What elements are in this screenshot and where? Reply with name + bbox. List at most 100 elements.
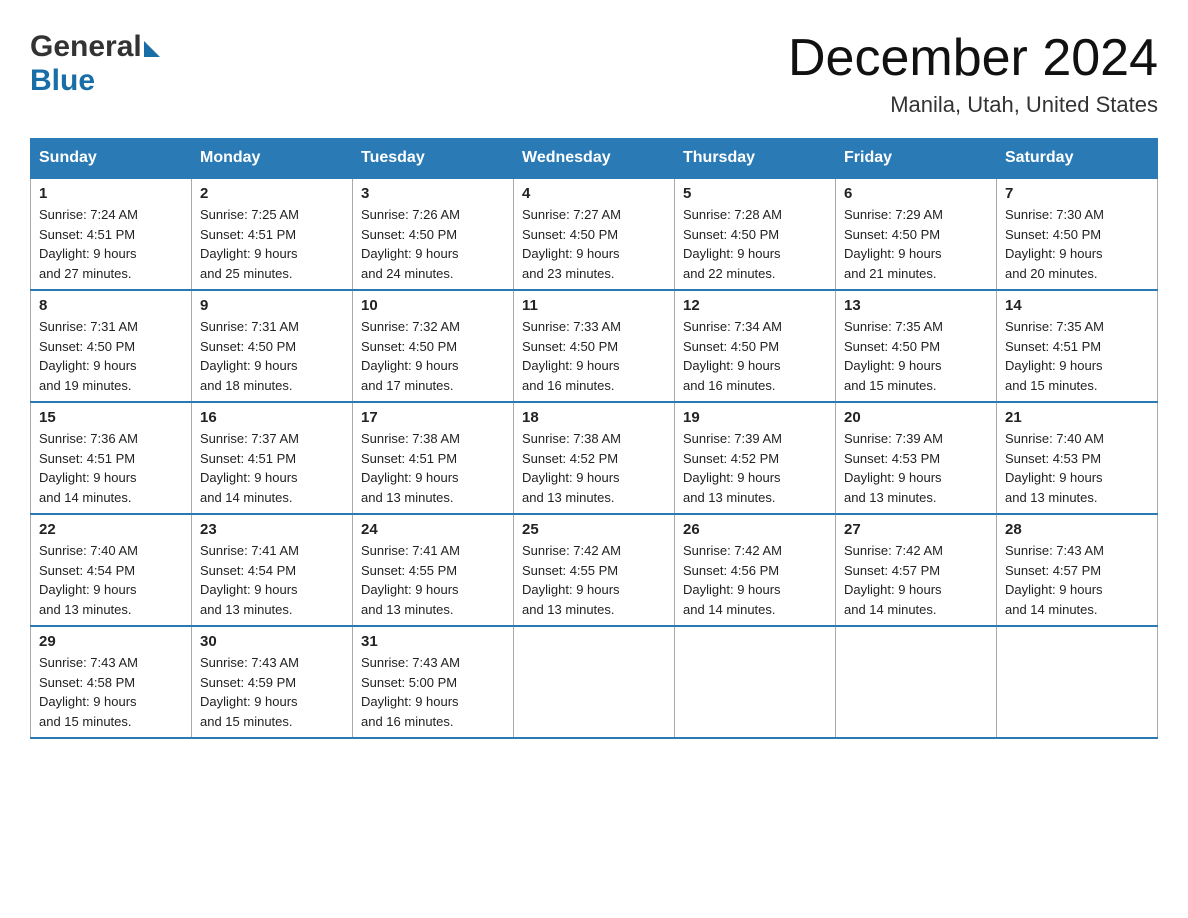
calendar-empty-cell [514,626,675,738]
calendar-header-row: SundayMondayTuesdayWednesdayThursdayFrid… [31,139,1158,179]
day-info: Sunrise: 7:38 AMSunset: 4:52 PMDaylight:… [522,431,621,505]
calendar-week-row: 22 Sunrise: 7:40 AMSunset: 4:54 PMDaylig… [31,514,1158,626]
calendar-day-cell: 2 Sunrise: 7:25 AMSunset: 4:51 PMDayligh… [192,178,353,290]
day-info: Sunrise: 7:26 AMSunset: 4:50 PMDaylight:… [361,207,460,281]
day-info: Sunrise: 7:36 AMSunset: 4:51 PMDaylight:… [39,431,138,505]
day-number: 20 [844,409,988,426]
day-info: Sunrise: 7:42 AMSunset: 4:57 PMDaylight:… [844,543,943,617]
logo-triangle-icon [144,41,160,57]
day-info: Sunrise: 7:38 AMSunset: 4:51 PMDaylight:… [361,431,460,505]
calendar-day-cell: 10 Sunrise: 7:32 AMSunset: 4:50 PMDaylig… [353,290,514,402]
day-number: 15 [39,409,183,426]
logo-blue: Blue [30,64,95,98]
calendar-day-cell: 5 Sunrise: 7:28 AMSunset: 4:50 PMDayligh… [675,178,836,290]
day-number: 9 [200,297,344,314]
calendar-day-cell: 7 Sunrise: 7:30 AMSunset: 4:50 PMDayligh… [997,178,1158,290]
location-title: Manila, Utah, United States [788,92,1158,118]
calendar-day-cell: 15 Sunrise: 7:36 AMSunset: 4:51 PMDaylig… [31,402,192,514]
day-info: Sunrise: 7:32 AMSunset: 4:50 PMDaylight:… [361,319,460,393]
day-number: 21 [1005,409,1149,426]
day-number: 10 [361,297,505,314]
day-info: Sunrise: 7:29 AMSunset: 4:50 PMDaylight:… [844,207,943,281]
day-info: Sunrise: 7:40 AMSunset: 4:53 PMDaylight:… [1005,431,1104,505]
calendar-day-cell: 6 Sunrise: 7:29 AMSunset: 4:50 PMDayligh… [836,178,997,290]
day-info: Sunrise: 7:35 AMSunset: 4:51 PMDaylight:… [1005,319,1104,393]
calendar-day-cell: 14 Sunrise: 7:35 AMSunset: 4:51 PMDaylig… [997,290,1158,402]
calendar-table: SundayMondayTuesdayWednesdayThursdayFrid… [30,138,1158,739]
day-info: Sunrise: 7:33 AMSunset: 4:50 PMDaylight:… [522,319,621,393]
calendar-day-cell: 1 Sunrise: 7:24 AMSunset: 4:51 PMDayligh… [31,178,192,290]
calendar-day-cell: 27 Sunrise: 7:42 AMSunset: 4:57 PMDaylig… [836,514,997,626]
day-number: 17 [361,409,505,426]
day-of-week-sunday: Sunday [31,139,192,179]
day-number: 18 [522,409,666,426]
day-number: 7 [1005,185,1149,202]
day-info: Sunrise: 7:41 AMSunset: 4:55 PMDaylight:… [361,543,460,617]
day-number: 22 [39,521,183,538]
day-number: 4 [522,185,666,202]
day-number: 5 [683,185,827,202]
calendar-week-row: 8 Sunrise: 7:31 AMSunset: 4:50 PMDayligh… [31,290,1158,402]
day-number: 19 [683,409,827,426]
day-number: 1 [39,185,183,202]
day-number: 12 [683,297,827,314]
day-info: Sunrise: 7:31 AMSunset: 4:50 PMDaylight:… [200,319,299,393]
calendar-day-cell: 28 Sunrise: 7:43 AMSunset: 4:57 PMDaylig… [997,514,1158,626]
day-info: Sunrise: 7:39 AMSunset: 4:52 PMDaylight:… [683,431,782,505]
day-number: 28 [1005,521,1149,538]
calendar-day-cell: 8 Sunrise: 7:31 AMSunset: 4:50 PMDayligh… [31,290,192,402]
page-header: General Blue December 2024 Manila, Utah,… [30,30,1158,118]
day-of-week-thursday: Thursday [675,139,836,179]
calendar-day-cell: 11 Sunrise: 7:33 AMSunset: 4:50 PMDaylig… [514,290,675,402]
day-info: Sunrise: 7:37 AMSunset: 4:51 PMDaylight:… [200,431,299,505]
day-info: Sunrise: 7:25 AMSunset: 4:51 PMDaylight:… [200,207,299,281]
calendar-day-cell: 21 Sunrise: 7:40 AMSunset: 4:53 PMDaylig… [997,402,1158,514]
calendar-day-cell: 16 Sunrise: 7:37 AMSunset: 4:51 PMDaylig… [192,402,353,514]
day-info: Sunrise: 7:28 AMSunset: 4:50 PMDaylight:… [683,207,782,281]
day-info: Sunrise: 7:39 AMSunset: 4:53 PMDaylight:… [844,431,943,505]
day-of-week-friday: Friday [836,139,997,179]
calendar-empty-cell [997,626,1158,738]
day-info: Sunrise: 7:43 AMSunset: 5:00 PMDaylight:… [361,655,460,729]
day-info: Sunrise: 7:35 AMSunset: 4:50 PMDaylight:… [844,319,943,393]
calendar-day-cell: 31 Sunrise: 7:43 AMSunset: 5:00 PMDaylig… [353,626,514,738]
day-of-week-wednesday: Wednesday [514,139,675,179]
day-number: 2 [200,185,344,202]
title-block: December 2024 Manila, Utah, United State… [788,30,1158,118]
day-info: Sunrise: 7:40 AMSunset: 4:54 PMDaylight:… [39,543,138,617]
day-info: Sunrise: 7:43 AMSunset: 4:57 PMDaylight:… [1005,543,1104,617]
calendar-day-cell: 20 Sunrise: 7:39 AMSunset: 4:53 PMDaylig… [836,402,997,514]
calendar-day-cell: 19 Sunrise: 7:39 AMSunset: 4:52 PMDaylig… [675,402,836,514]
day-info: Sunrise: 7:31 AMSunset: 4:50 PMDaylight:… [39,319,138,393]
day-of-week-tuesday: Tuesday [353,139,514,179]
day-of-week-saturday: Saturday [997,139,1158,179]
day-number: 3 [361,185,505,202]
day-number: 24 [361,521,505,538]
day-number: 14 [1005,297,1149,314]
day-number: 30 [200,633,344,650]
calendar-week-row: 1 Sunrise: 7:24 AMSunset: 4:51 PMDayligh… [31,178,1158,290]
calendar-day-cell: 3 Sunrise: 7:26 AMSunset: 4:50 PMDayligh… [353,178,514,290]
day-info: Sunrise: 7:42 AMSunset: 4:56 PMDaylight:… [683,543,782,617]
calendar-empty-cell [675,626,836,738]
day-number: 8 [39,297,183,314]
day-number: 13 [844,297,988,314]
logo: General Blue [30,30,160,98]
calendar-day-cell: 18 Sunrise: 7:38 AMSunset: 4:52 PMDaylig… [514,402,675,514]
calendar-day-cell: 26 Sunrise: 7:42 AMSunset: 4:56 PMDaylig… [675,514,836,626]
logo-general: General [30,30,142,64]
day-info: Sunrise: 7:24 AMSunset: 4:51 PMDaylight:… [39,207,138,281]
day-number: 23 [200,521,344,538]
calendar-week-row: 15 Sunrise: 7:36 AMSunset: 4:51 PMDaylig… [31,402,1158,514]
calendar-day-cell: 4 Sunrise: 7:27 AMSunset: 4:50 PMDayligh… [514,178,675,290]
calendar-day-cell: 13 Sunrise: 7:35 AMSunset: 4:50 PMDaylig… [836,290,997,402]
calendar-week-row: 29 Sunrise: 7:43 AMSunset: 4:58 PMDaylig… [31,626,1158,738]
day-info: Sunrise: 7:43 AMSunset: 4:58 PMDaylight:… [39,655,138,729]
day-info: Sunrise: 7:34 AMSunset: 4:50 PMDaylight:… [683,319,782,393]
month-title: December 2024 [788,30,1158,87]
calendar-day-cell: 12 Sunrise: 7:34 AMSunset: 4:50 PMDaylig… [675,290,836,402]
calendar-day-cell: 29 Sunrise: 7:43 AMSunset: 4:58 PMDaylig… [31,626,192,738]
day-number: 31 [361,633,505,650]
day-info: Sunrise: 7:30 AMSunset: 4:50 PMDaylight:… [1005,207,1104,281]
day-number: 11 [522,297,666,314]
